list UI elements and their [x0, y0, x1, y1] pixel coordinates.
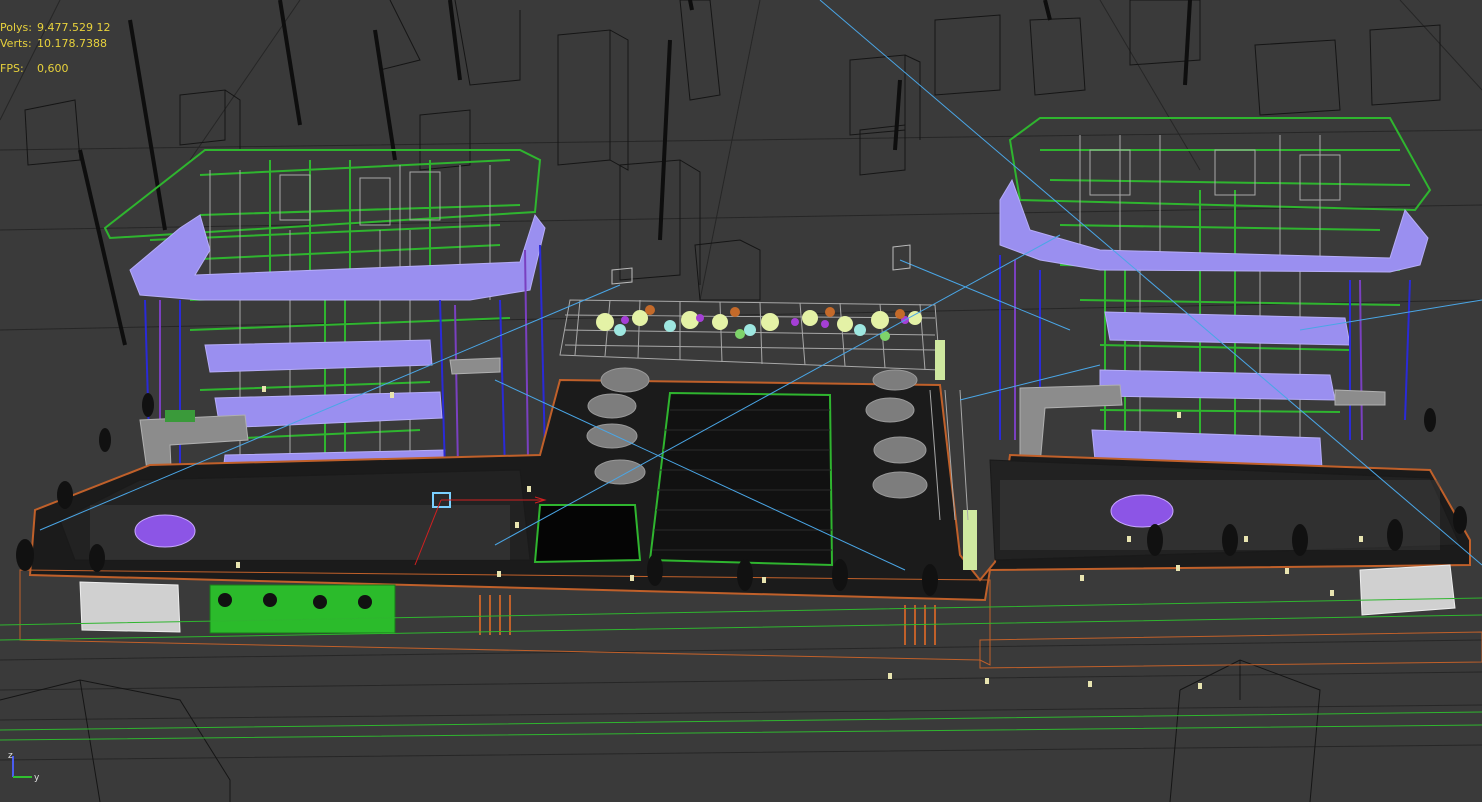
- pergola-plants: [596, 305, 922, 341]
- camera-object[interactable]: [611, 244, 911, 285]
- 3d-viewport[interactable]: Polys: 9.477.529 12 Verts: 10.178.7388 F…: [0, 0, 1482, 802]
- y-axis-label: y: [34, 773, 40, 783]
- scene-wireframe[interactable]: [0, 0, 1482, 802]
- z-axis-label: z: [8, 751, 13, 761]
- right-building[interactable]: [999, 117, 1432, 475]
- axis-tripod-icon: z y: [4, 748, 50, 788]
- left-building[interactable]: [103, 149, 546, 495]
